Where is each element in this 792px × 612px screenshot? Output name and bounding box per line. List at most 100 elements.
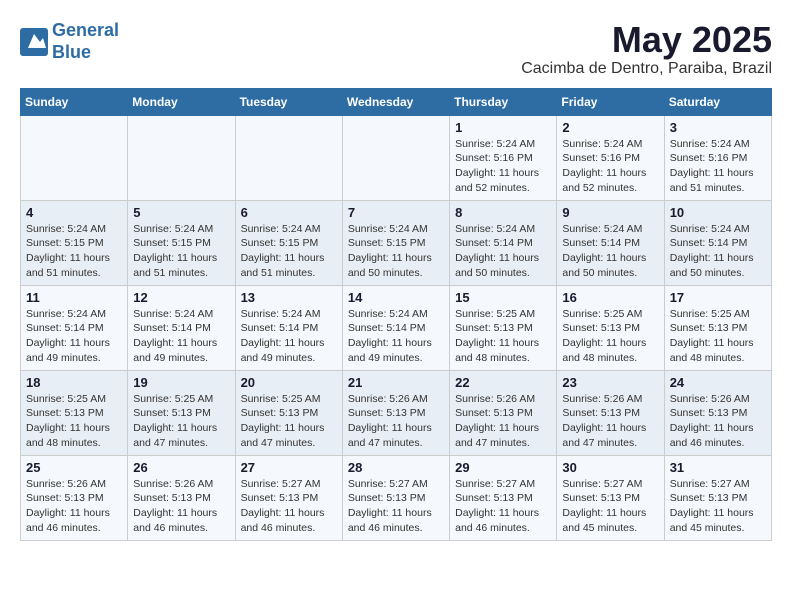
day-info: Sunrise: 5:27 AM Sunset: 5:13 PM Dayligh…	[562, 477, 658, 536]
day-info: Sunrise: 5:26 AM Sunset: 5:13 PM Dayligh…	[670, 392, 766, 451]
header-wednesday: Wednesday	[342, 88, 449, 115]
day-number: 23	[562, 375, 658, 390]
calendar-cell: 4 Sunrise: 5:24 AM Sunset: 5:15 PM Daylig…	[21, 200, 128, 285]
day-number: 17	[670, 290, 766, 305]
day-number: 19	[133, 375, 229, 390]
header-thursday: Thursday	[450, 88, 557, 115]
calendar-cell: 15Sunrise: 5:25 AM Sunset: 5:13 PM Dayli…	[450, 285, 557, 370]
logo-icon	[20, 28, 48, 56]
day-number: 29	[455, 460, 551, 475]
calendar-cell: 1Sunrise: 5:24 AM Sunset: 5:16 PM Daylig…	[450, 115, 557, 200]
calendar-week-3: 11 Sunrise: 5:24 AM Sunset: 5:14 PM Dayli…	[21, 285, 772, 370]
calendar-cell: 24 Sunrise: 5:26 AM Sunset: 5:13 PM Dayli…	[664, 370, 771, 455]
calendar-cell	[21, 115, 128, 200]
calendar-cell: 27 Sunrise: 5:27 AM Sunset: 5:13 PM Dayli…	[235, 455, 342, 540]
page-header: General Blue May 2025 Cacimba de Dentro,…	[20, 20, 772, 78]
logo-line2: Blue	[52, 42, 91, 62]
calendar-cell: 30 Sunrise: 5:27 AM Sunset: 5:13 PM Dayli…	[557, 455, 664, 540]
day-number: 27	[241, 460, 337, 475]
day-info: Sunrise: 5:25 AM Sunset: 5:13 PM Dayligh…	[241, 392, 337, 451]
day-number: 20	[241, 375, 337, 390]
day-number: 22	[455, 375, 551, 390]
calendar-cell: 23Sunrise: 5:26 AM Sunset: 5:13 PM Dayli…	[557, 370, 664, 455]
day-number: 25	[26, 460, 122, 475]
day-number: 10	[670, 205, 766, 220]
calendar-cell: 7 Sunrise: 5:24 AM Sunset: 5:15 PM Daylig…	[342, 200, 449, 285]
calendar-cell: 2Sunrise: 5:24 AM Sunset: 5:16 PM Daylig…	[557, 115, 664, 200]
day-number: 28	[348, 460, 444, 475]
calendar-cell: 29 Sunrise: 5:27 AM Sunset: 5:13 PM Dayli…	[450, 455, 557, 540]
day-info: Sunrise: 5:27 AM Sunset: 5:13 PM Dayligh…	[241, 477, 337, 536]
day-number: 16	[562, 290, 658, 305]
calendar-cell: 10 Sunrise: 5:24 AM Sunset: 5:14 PM Dayli…	[664, 200, 771, 285]
day-info: Sunrise: 5:24 AM Sunset: 5:15 PM Dayligh…	[133, 222, 229, 281]
calendar-cell	[342, 115, 449, 200]
day-number: 4	[26, 205, 122, 220]
calendar-cell: 3 Sunrise: 5:24 AM Sunset: 5:16 PM Daylig…	[664, 115, 771, 200]
day-number: 18	[26, 375, 122, 390]
calendar-cell: 9 Sunrise: 5:24 AM Sunset: 5:14 PM Daylig…	[557, 200, 664, 285]
day-info: Sunrise: 5:24 AM Sunset: 5:14 PM Dayligh…	[348, 307, 444, 366]
calendar-table: SundayMondayTuesdayWednesdayThursdayFrid…	[20, 88, 772, 541]
day-number: 12	[133, 290, 229, 305]
day-number: 24	[670, 375, 766, 390]
header-tuesday: Tuesday	[235, 88, 342, 115]
day-number: 7	[348, 205, 444, 220]
day-info: Sunrise: 5:24 AM Sunset: 5:15 PM Dayligh…	[348, 222, 444, 281]
day-info: Sunrise: 5:24 AM Sunset: 5:14 PM Dayligh…	[455, 222, 551, 281]
calendar-cell: 13Sunrise: 5:24 AM Sunset: 5:14 PM Dayli…	[235, 285, 342, 370]
header-sunday: Sunday	[21, 88, 128, 115]
calendar-week-5: 25 Sunrise: 5:26 AM Sunset: 5:13 PM Dayli…	[21, 455, 772, 540]
header-monday: Monday	[128, 88, 235, 115]
month-title: May 2025	[521, 20, 772, 60]
day-info: Sunrise: 5:26 AM Sunset: 5:13 PM Dayligh…	[133, 477, 229, 536]
calendar-week-1: 1Sunrise: 5:24 AM Sunset: 5:16 PM Daylig…	[21, 115, 772, 200]
day-number: 13	[241, 290, 337, 305]
day-number: 11	[26, 290, 122, 305]
day-info: Sunrise: 5:27 AM Sunset: 5:13 PM Dayligh…	[670, 477, 766, 536]
calendar-cell: 17Sunrise: 5:25 AM Sunset: 5:13 PM Dayli…	[664, 285, 771, 370]
logo-text: General Blue	[52, 20, 119, 63]
calendar-week-2: 4 Sunrise: 5:24 AM Sunset: 5:15 PM Daylig…	[21, 200, 772, 285]
day-number: 2	[562, 120, 658, 135]
calendar-cell: 19 Sunrise: 5:25 AM Sunset: 5:13 PM Dayli…	[128, 370, 235, 455]
day-number: 31	[670, 460, 766, 475]
location-title: Cacimba de Dentro, Paraiba, Brazil	[521, 60, 772, 78]
day-number: 30	[562, 460, 658, 475]
day-info: Sunrise: 5:24 AM Sunset: 5:16 PM Dayligh…	[670, 137, 766, 196]
logo: General Blue	[20, 20, 119, 63]
calendar-cell	[128, 115, 235, 200]
calendar-cell: 21 Sunrise: 5:26 AM Sunset: 5:13 PM Dayli…	[342, 370, 449, 455]
day-info: Sunrise: 5:25 AM Sunset: 5:13 PM Dayligh…	[133, 392, 229, 451]
day-info: Sunrise: 5:24 AM Sunset: 5:14 PM Dayligh…	[562, 222, 658, 281]
day-info: Sunrise: 5:27 AM Sunset: 5:13 PM Dayligh…	[455, 477, 551, 536]
calendar-cell: 12Sunrise: 5:24 AM Sunset: 5:14 PM Dayli…	[128, 285, 235, 370]
calendar-cell: 25 Sunrise: 5:26 AM Sunset: 5:13 PM Dayli…	[21, 455, 128, 540]
day-info: Sunrise: 5:24 AM Sunset: 5:15 PM Dayligh…	[26, 222, 122, 281]
calendar-cell: 14 Sunrise: 5:24 AM Sunset: 5:14 PM Dayli…	[342, 285, 449, 370]
day-number: 14	[348, 290, 444, 305]
day-number: 9	[562, 205, 658, 220]
day-info: Sunrise: 5:24 AM Sunset: 5:14 PM Dayligh…	[26, 307, 122, 366]
calendar-cell: 26 Sunrise: 5:26 AM Sunset: 5:13 PM Dayli…	[128, 455, 235, 540]
day-number: 26	[133, 460, 229, 475]
title-block: May 2025 Cacimba de Dentro, Paraiba, Bra…	[521, 20, 772, 78]
calendar-cell: 5 Sunrise: 5:24 AM Sunset: 5:15 PM Daylig…	[128, 200, 235, 285]
calendar-cell: 6 Sunrise: 5:24 AM Sunset: 5:15 PM Daylig…	[235, 200, 342, 285]
day-number: 5	[133, 205, 229, 220]
header-friday: Friday	[557, 88, 664, 115]
day-info: Sunrise: 5:26 AM Sunset: 5:13 PM Dayligh…	[348, 392, 444, 451]
day-info: Sunrise: 5:26 AM Sunset: 5:13 PM Dayligh…	[26, 477, 122, 536]
calendar-cell: 31 Sunrise: 5:27 AM Sunset: 5:13 PM Dayli…	[664, 455, 771, 540]
calendar-header-row: SundayMondayTuesdayWednesdayThursdayFrid…	[21, 88, 772, 115]
day-number: 6	[241, 205, 337, 220]
day-number: 3	[670, 120, 766, 135]
day-info: Sunrise: 5:27 AM Sunset: 5:13 PM Dayligh…	[348, 477, 444, 536]
calendar-cell: 22Sunrise: 5:26 AM Sunset: 5:13 PM Dayli…	[450, 370, 557, 455]
calendar-cell: 16Sunrise: 5:25 AM Sunset: 5:13 PM Dayli…	[557, 285, 664, 370]
day-number: 21	[348, 375, 444, 390]
calendar-cell: 18Sunrise: 5:25 AM Sunset: 5:13 PM Dayli…	[21, 370, 128, 455]
day-info: Sunrise: 5:24 AM Sunset: 5:15 PM Dayligh…	[241, 222, 337, 281]
day-number: 8	[455, 205, 551, 220]
day-info: Sunrise: 5:24 AM Sunset: 5:14 PM Dayligh…	[670, 222, 766, 281]
